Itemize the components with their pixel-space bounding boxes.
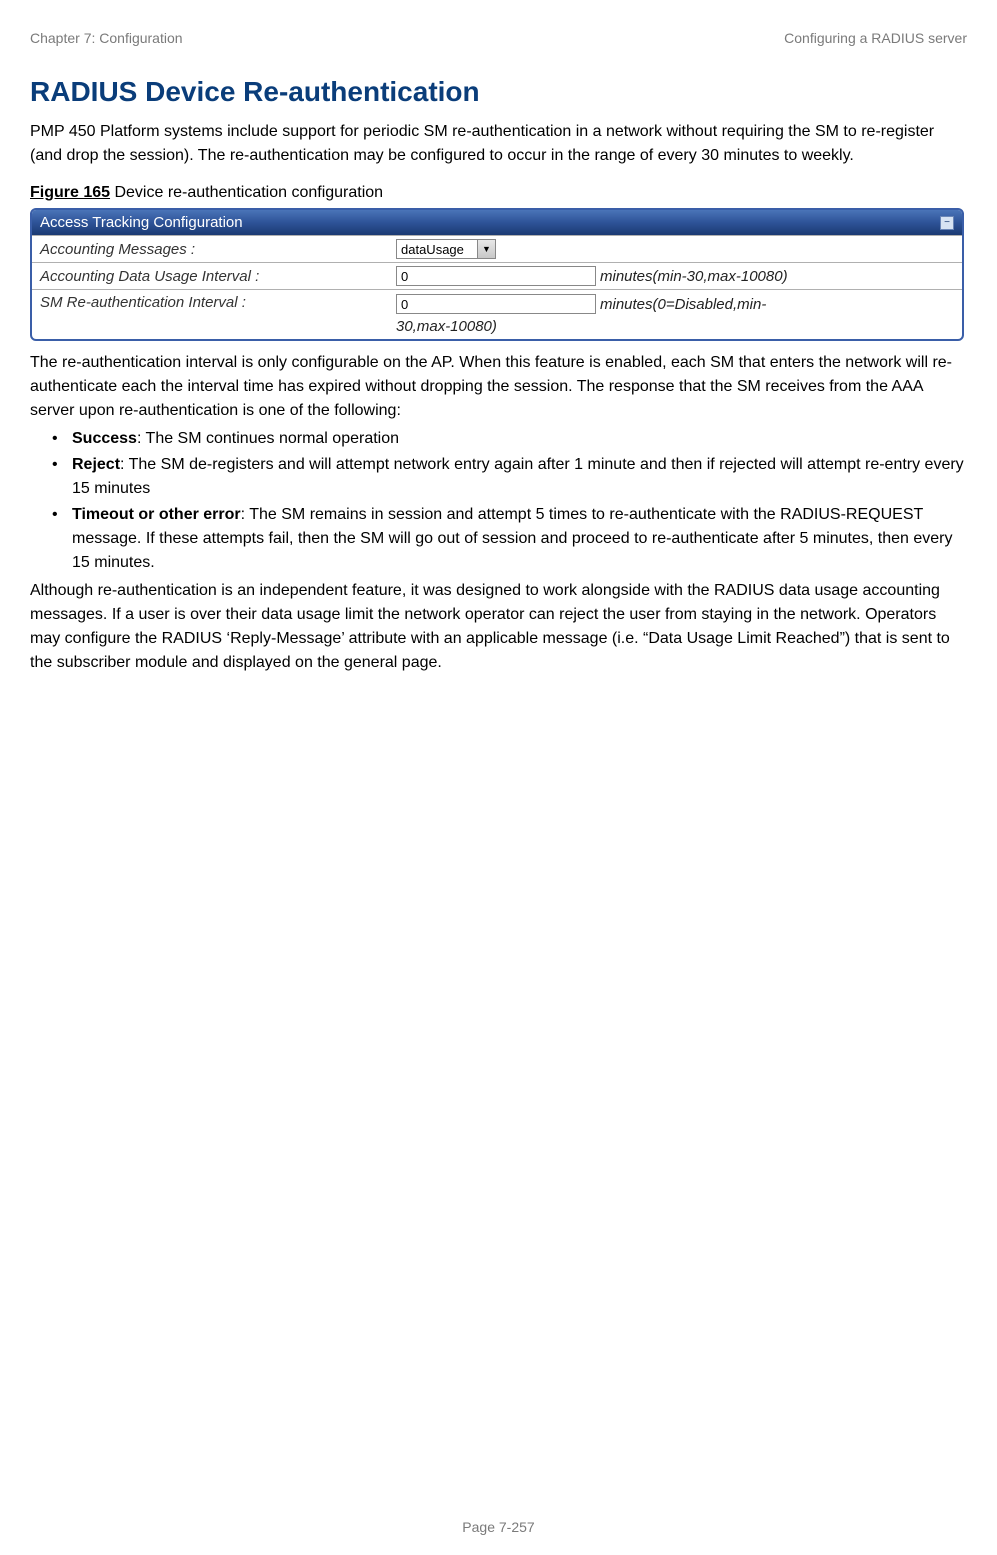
reauth-interval-hint-1: minutes(0=Disabled,min-: [600, 296, 766, 313]
select-value: dataUsage: [397, 242, 477, 257]
row-accounting-messages: Accounting Messages : dataUsage ▼: [32, 235, 962, 262]
panel-header: Access Tracking Configuration −: [32, 210, 962, 235]
paragraph-after-figure: The re-authentication interval is only c…: [30, 351, 967, 423]
header-left: Chapter 7: Configuration: [30, 30, 183, 46]
bullet-bold: Timeout or other error: [72, 506, 241, 523]
closing-paragraph: Although re-authentication is an indepen…: [30, 579, 967, 675]
figure-number: Figure 165: [30, 184, 110, 201]
list-item: Success: The SM continues normal operati…: [30, 427, 967, 451]
bullet-text: : The SM de-registers and will attempt n…: [72, 456, 964, 497]
response-list: Success: The SM continues normal operati…: [30, 427, 967, 575]
reauth-interval-input[interactable]: [396, 294, 596, 314]
reauth-interval-hint-2: 30,max-10080): [396, 318, 958, 335]
figure-caption: Figure 165 Device re-authentication conf…: [30, 184, 967, 202]
page-header: Chapter 7: Configuration Configuring a R…: [30, 30, 967, 46]
controls-reauth-interval: minutes(0=Disabled,min- 30,max-10080): [392, 290, 962, 339]
label-reauth-interval: SM Re-authentication Interval :: [32, 290, 392, 314]
bullet-text: : The SM continues normal operation: [137, 430, 399, 447]
controls-data-usage-interval: minutes(min-30,max-10080): [392, 263, 962, 289]
access-tracking-panel: Access Tracking Configuration − Accounti…: [30, 208, 964, 341]
bullet-bold: Success: [72, 430, 137, 447]
label-accounting-messages: Accounting Messages :: [32, 238, 392, 261]
figure-text: Device re-authentication configuration: [110, 184, 383, 201]
chevron-down-icon: ▼: [477, 240, 495, 258]
list-item: Reject: The SM de-registers and will att…: [30, 453, 967, 501]
page-footer: Page 7-257: [0, 1519, 997, 1535]
bullet-bold: Reject: [72, 456, 120, 473]
row-reauth-interval: SM Re-authentication Interval : minutes(…: [32, 289, 962, 339]
page-title: RADIUS Device Re-authentication: [30, 76, 967, 108]
row-data-usage-interval: Accounting Data Usage Interval : minutes…: [32, 262, 962, 289]
data-usage-interval-hint: minutes(min-30,max-10080): [600, 268, 788, 285]
controls-accounting-messages: dataUsage ▼: [392, 236, 962, 262]
accounting-messages-select[interactable]: dataUsage ▼: [396, 239, 496, 259]
header-right: Configuring a RADIUS server: [784, 30, 967, 46]
label-data-usage-interval: Accounting Data Usage Interval :: [32, 265, 392, 288]
data-usage-interval-input[interactable]: [396, 266, 596, 286]
panel-title: Access Tracking Configuration: [40, 214, 243, 231]
intro-paragraph: PMP 450 Platform systems include support…: [30, 120, 967, 168]
collapse-icon[interactable]: −: [940, 216, 954, 230]
list-item: Timeout or other error: The SM remains i…: [30, 503, 967, 575]
